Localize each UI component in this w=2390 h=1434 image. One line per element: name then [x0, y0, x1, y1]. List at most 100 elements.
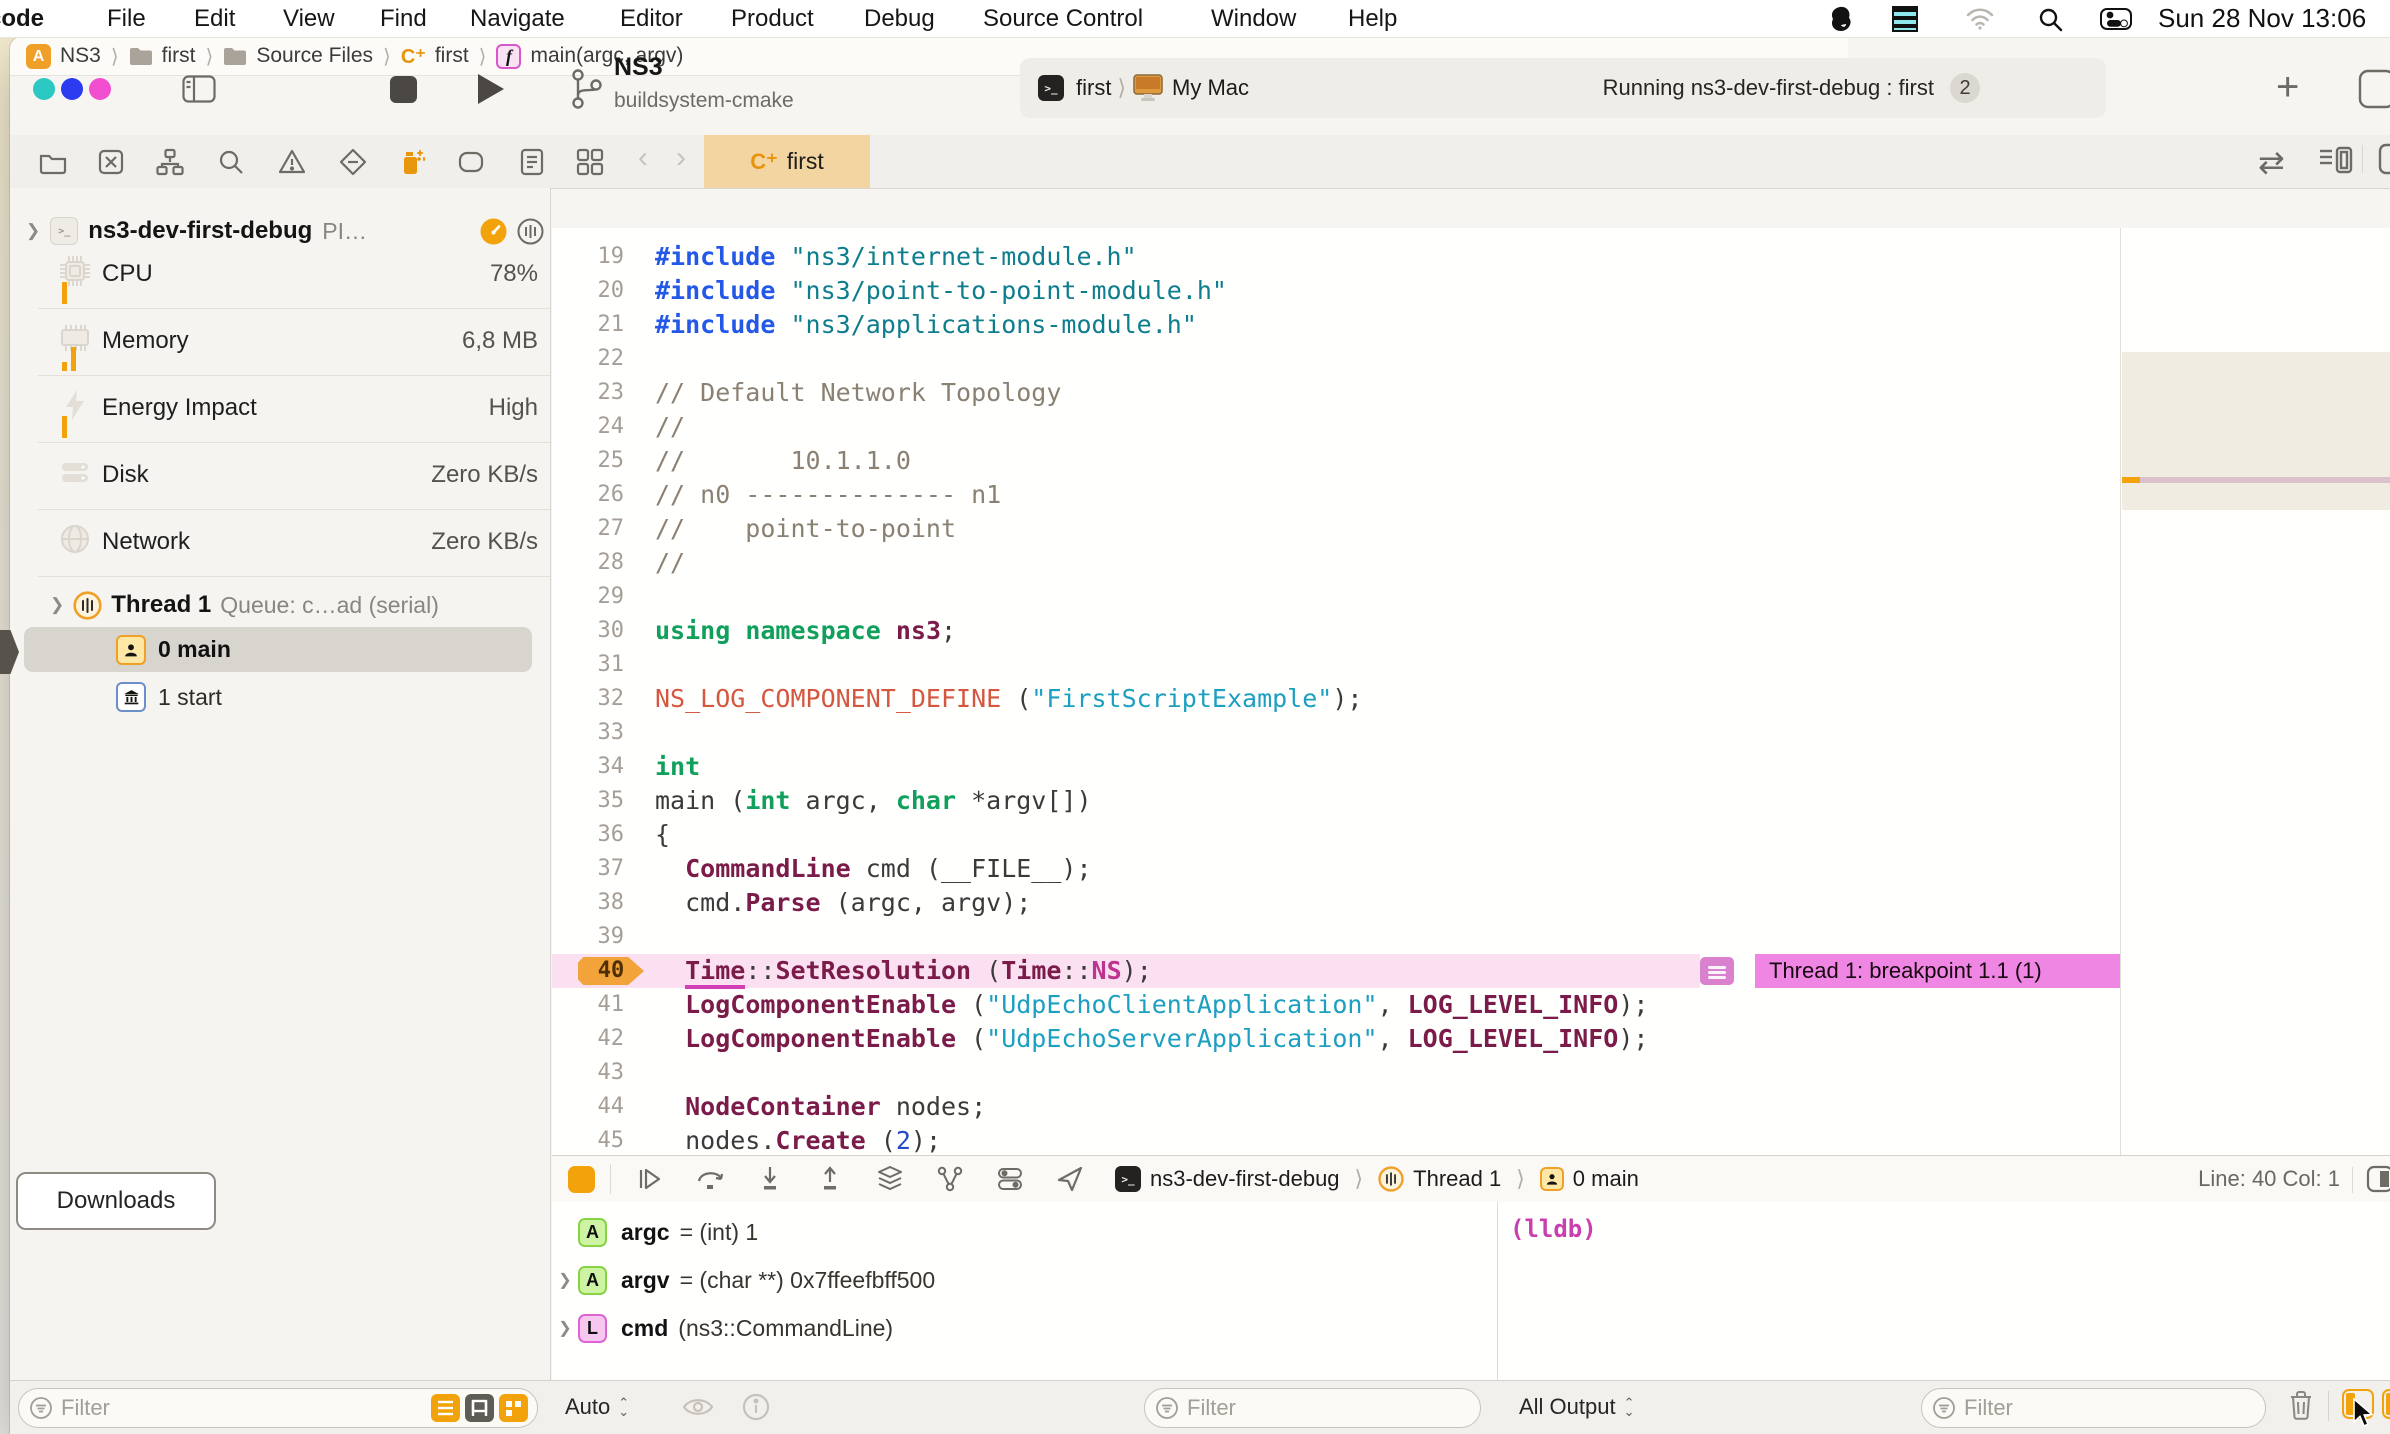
line-number[interactable]: 33: [552, 716, 625, 750]
line-number[interactable]: 20: [552, 274, 625, 308]
line-number[interactable]: 42: [552, 1022, 625, 1056]
code-line-37[interactable]: 37 CommandLine cmd (__FILE__);: [552, 852, 2120, 886]
gauge-indicator-icon[interactable]: [480, 218, 507, 245]
input-source-icon[interactable]: [1892, 6, 1918, 32]
console-filter-field[interactable]: Filter: [1921, 1388, 2266, 1428]
line-number[interactable]: 45: [552, 1124, 625, 1158]
line-number[interactable]: 30: [552, 614, 625, 648]
code-line-36[interactable]: 36 {: [552, 818, 2120, 852]
disclosure-triangle[interactable]: ❯: [552, 1270, 578, 1290]
step-into-button[interactable]: [755, 1164, 785, 1194]
library-button[interactable]: [2358, 69, 2390, 109]
menu-item-file[interactable]: File: [107, 0, 146, 37]
menu-item-window[interactable]: Window: [1211, 0, 1296, 37]
console-view[interactable]: [1498, 1202, 2390, 1380]
test-navigator-icon[interactable]: [338, 147, 368, 177]
code-line-24[interactable]: 24 //: [552, 410, 2120, 444]
breadcrumb-process[interactable]: ns3-dev-first-debug: [1150, 1166, 1340, 1192]
line-number[interactable]: 44: [552, 1090, 625, 1124]
show-all-tabs-icon[interactable]: [575, 147, 605, 177]
menu-item-product[interactable]: Product: [731, 0, 814, 37]
code-line-30[interactable]: 30 using namespace ns3;: [552, 614, 2120, 648]
menu-item-edit[interactable]: Edit: [194, 0, 235, 37]
code-line-26[interactable]: 26 // n0 -------------- n1: [552, 478, 2120, 512]
menu-item-help[interactable]: Help: [1348, 0, 1397, 37]
forward-button[interactable]: ›: [676, 141, 686, 175]
view-hierarchy-button[interactable]: [875, 1164, 905, 1194]
info-icon[interactable]: [742, 1393, 770, 1421]
window-minimize-button[interactable]: [61, 78, 83, 100]
line-number[interactable]: 26: [552, 478, 625, 512]
thread-view-toggle-icon[interactable]: [517, 218, 544, 245]
add-tab-button[interactable]: +: [2276, 65, 2299, 110]
environment-overrides-button[interactable]: [995, 1164, 1025, 1194]
window-zoom-button[interactable]: [89, 78, 111, 100]
line-number[interactable]: 43: [552, 1056, 625, 1090]
line-number[interactable]: 38: [552, 886, 625, 920]
line-number[interactable]: 34: [552, 750, 625, 784]
line-number[interactable]: 31: [552, 648, 625, 682]
filter-flagged-toggle[interactable]: [465, 1394, 494, 1422]
wifi-icon[interactable]: [1966, 7, 1994, 31]
code-line-42[interactable]: 42 LogComponentEnable ("UdpEchoServerApp…: [552, 1022, 2120, 1056]
menu-item-debug[interactable]: Debug: [864, 0, 935, 37]
show-console-view-toggle[interactable]: [2382, 1389, 2390, 1419]
sidebar-divider[interactable]: [550, 188, 551, 1434]
code-line-21[interactable]: 21 #include "ns3/applications-module.h": [552, 308, 2120, 342]
chevron-down-icon[interactable]: ❯: [50, 595, 64, 615]
line-number[interactable]: 19: [552, 240, 625, 274]
code-line-40[interactable]: 40 Thread 1: breakpoint 1.1 (1) Time::Set…: [552, 954, 2120, 989]
minimap-viewport[interactable]: [2122, 352, 2390, 510]
line-number[interactable]: 23: [552, 376, 625, 410]
gauge-row-memory[interactable]: Memory 6,8 MB: [10, 309, 550, 376]
menu-item-editor[interactable]: Editor: [620, 0, 683, 37]
gauge-row-disk[interactable]: Disk Zero KB/s: [10, 443, 550, 510]
simulate-location-button[interactable]: [1055, 1164, 1085, 1194]
code-line-31[interactable]: 31: [552, 648, 2120, 682]
menu-clock[interactable]: Sun 28 Nov 13:06: [2158, 0, 2366, 37]
code-line-29[interactable]: 29: [552, 580, 2120, 614]
line-number[interactable]: 22: [552, 342, 625, 376]
spotlight-icon[interactable]: [2038, 7, 2063, 32]
breakpoint-navigator-icon[interactable]: [456, 147, 486, 177]
variables-filter-field[interactable]: Filter: [1144, 1388, 1481, 1428]
project-navigator-icon[interactable]: [38, 147, 68, 177]
memory-graph-button[interactable]: [935, 1164, 965, 1194]
clear-console-trash-icon[interactable]: [2286, 1389, 2316, 1421]
code-line-45[interactable]: 45 nodes.Create (2);: [552, 1124, 2120, 1158]
line-number[interactable]: 32: [552, 682, 625, 716]
variables-scope-popup[interactable]: Auto ⌃ ⌄: [565, 1380, 629, 1434]
line-number[interactable]: 36: [552, 818, 625, 852]
menu-app-title[interactable]: Xcode: [0, 0, 44, 37]
code-line-23[interactable]: 23 // Default Network Topology: [552, 376, 2120, 410]
debug-breadcrumb[interactable]: >_ ns3-dev-first-debug ⟩ Thread 1 ⟩ 0 ma…: [1115, 1156, 1639, 1202]
status-app-icon[interactable]: [1828, 6, 1854, 32]
menu-item-view[interactable]: View: [283, 0, 335, 37]
source-control-navigator-icon[interactable]: [96, 147, 126, 177]
breadcrumb-thread[interactable]: Thread 1: [1413, 1166, 1501, 1192]
line-number[interactable]: 27: [552, 512, 625, 546]
code-line-43[interactable]: 43: [552, 1056, 2120, 1090]
jumpbar-segment[interactable]: first: [129, 44, 196, 68]
line-number[interactable]: 41: [552, 988, 625, 1022]
debug-area-toggle-icon[interactable]: [2366, 1165, 2390, 1193]
stack-frame-0[interactable]: 0 main: [24, 627, 532, 672]
code-line-32[interactable]: 32 NS_LOG_COMPONENT_DEFINE ("FirstScriptE…: [552, 682, 2120, 716]
add-editor-icon[interactable]: [2378, 143, 2390, 175]
control-center-icon[interactable]: [2100, 8, 2132, 30]
chevron-down-icon[interactable]: ❯: [26, 221, 40, 241]
window-close-button[interactable]: [33, 78, 55, 100]
debug-navigator-icon[interactable]: [396, 147, 426, 177]
scheme-project-name[interactable]: NS3: [614, 53, 663, 82]
variable-row-argv[interactable]: ❯ Aargv = (char **) 0x7ffeefbff500: [552, 1256, 1497, 1304]
filter-running-toggle[interactable]: [431, 1394, 460, 1422]
code-line-25[interactable]: 25 // 10.1.1.0: [552, 444, 2120, 478]
line-number[interactable]: 21: [552, 308, 625, 342]
code-line-35[interactable]: 35 main (int argc, char *argv[]): [552, 784, 2120, 818]
editor-options-icon[interactable]: [2318, 145, 2354, 175]
code-line-39[interactable]: 39: [552, 920, 2120, 954]
minimap[interactable]: [2121, 228, 2390, 1155]
line-number[interactable]: 28: [552, 546, 625, 580]
code-line-34[interactable]: 34 int: [552, 750, 2120, 784]
activity-issue-count-badge[interactable]: 2: [1950, 73, 1980, 103]
